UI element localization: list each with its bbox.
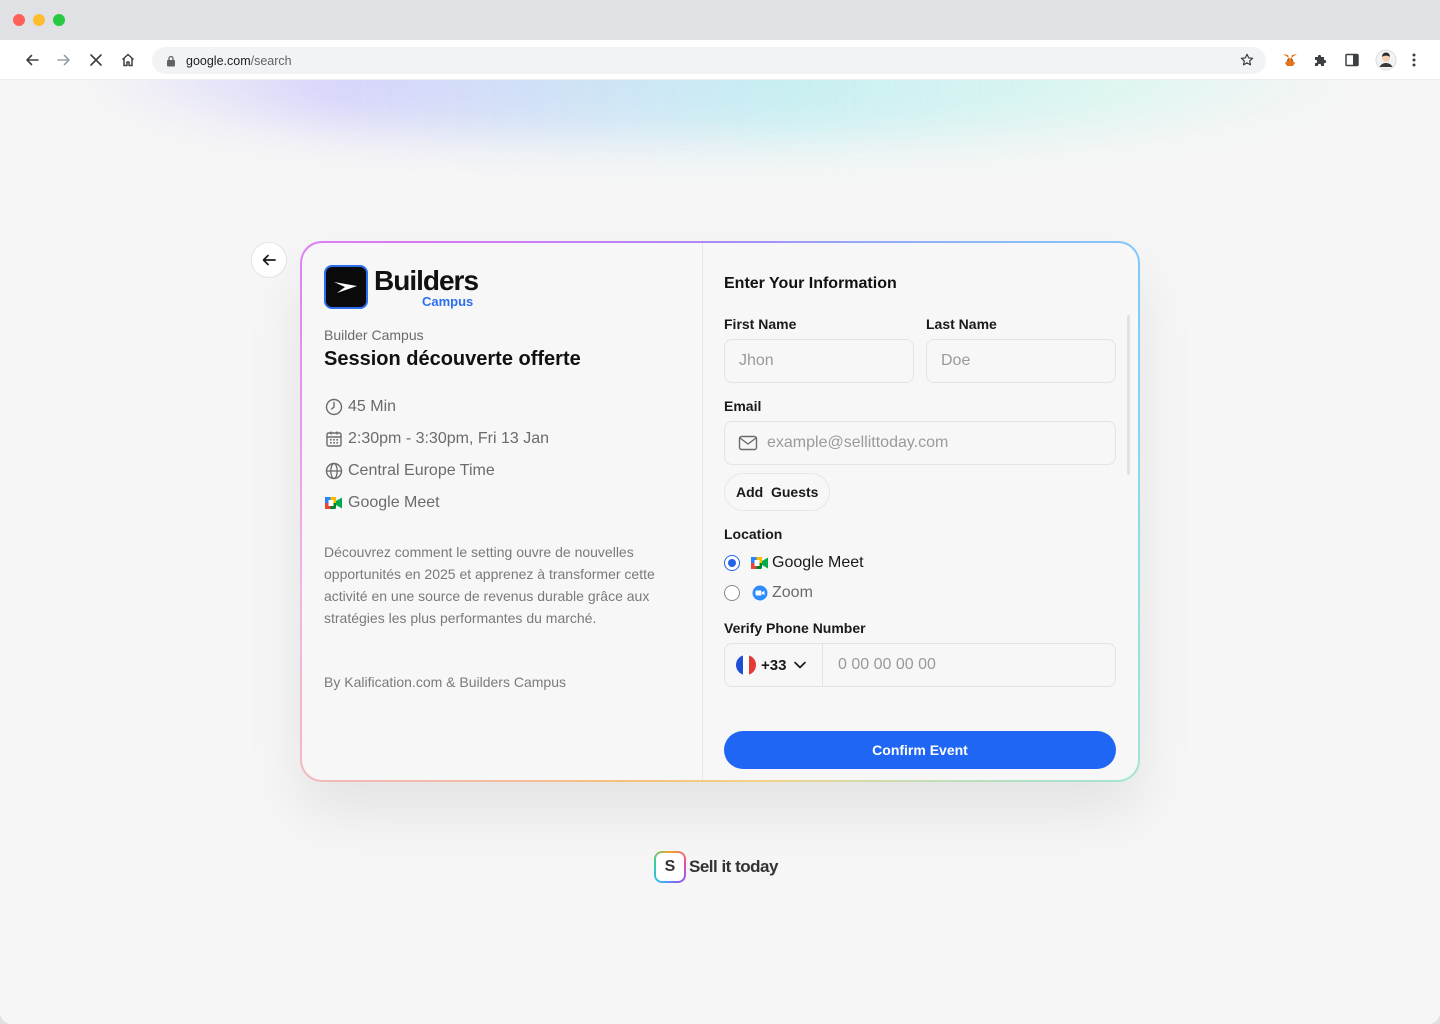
url-text: google.com/search bbox=[186, 54, 292, 68]
mail-icon bbox=[738, 435, 758, 451]
google-meet-icon bbox=[750, 553, 770, 573]
event-title: Session découverte offerte bbox=[324, 348, 581, 370]
phone-field[interactable]: +33 0 00 00 00 00 bbox=[724, 643, 1116, 687]
datetime-text: 2:30pm - 3:30pm, Fri 13 Jan bbox=[348, 430, 549, 447]
url-path: /search bbox=[250, 53, 292, 68]
brand-subname: Campus bbox=[422, 294, 474, 309]
confirm-event-button[interactable]: Confirm Event bbox=[724, 731, 1116, 769]
phone-number-input[interactable]: 0 00 00 00 00 bbox=[823, 656, 936, 674]
footer-brand-name: Sell it today bbox=[689, 857, 778, 876]
google-meet-icon bbox=[324, 493, 344, 513]
booking-card: Builders Campus Builder Campus Session d… bbox=[300, 241, 1140, 782]
event-platform: Google Meet bbox=[324, 493, 440, 513]
france-flag-icon bbox=[736, 655, 756, 675]
chevron-down-icon bbox=[794, 661, 807, 669]
event-duration: 45 Min bbox=[324, 397, 396, 417]
profile-avatar[interactable] bbox=[1374, 48, 1398, 72]
side-panel-icon[interactable] bbox=[1340, 48, 1364, 72]
extensions-puzzle-icon[interactable] bbox=[1308, 48, 1332, 72]
country-code-text: +33 bbox=[761, 656, 787, 674]
globe-icon bbox=[324, 461, 344, 481]
last-name-input[interactable] bbox=[941, 352, 1115, 370]
location-option-google-meet[interactable]: Google Meet bbox=[724, 553, 864, 573]
maximize-window-button[interactable] bbox=[53, 14, 65, 26]
radio-google-meet[interactable] bbox=[724, 555, 740, 571]
first-name-label: First Name bbox=[724, 316, 797, 332]
lock-icon bbox=[166, 54, 180, 68]
forward-nav-icon[interactable] bbox=[52, 48, 76, 72]
duration-text: 45 Min bbox=[348, 398, 397, 415]
brand-logo: Builders Campus bbox=[324, 265, 479, 309]
event-datetime: 2:30pm - 3:30pm, Fri 13 Jan bbox=[324, 429, 549, 449]
organizer-name: Builder Campus bbox=[324, 327, 424, 343]
location-option-zoom[interactable]: Zoom bbox=[724, 583, 813, 603]
timezone-text: Central Europe Time bbox=[348, 462, 495, 479]
title-bar bbox=[0, 0, 1440, 40]
back-nav-icon[interactable] bbox=[20, 48, 44, 72]
location-label-google-meet: Google Meet bbox=[772, 554, 864, 571]
brand-wordmark: Builders Campus bbox=[374, 265, 479, 309]
browser-window: google.com/search Builders Campus Builde… bbox=[0, 0, 1440, 1024]
brand-name: Builders bbox=[374, 265, 479, 296]
booking-card-body: Builders Campus Builder Campus Session d… bbox=[302, 243, 1138, 780]
stop-loading-icon[interactable] bbox=[84, 48, 108, 72]
location-label: Location bbox=[724, 526, 783, 542]
phone-label: Verify Phone Number bbox=[724, 620, 866, 636]
sell-it-today-logo: S bbox=[654, 851, 686, 883]
browser-menu-icon[interactable] bbox=[1402, 48, 1426, 72]
country-code-select[interactable]: +33 bbox=[725, 644, 823, 686]
event-description: Découvrez comment le setting ouvre de no… bbox=[324, 544, 655, 626]
form-scrollbar[interactable] bbox=[1127, 315, 1130, 475]
last-name-label: Last Name bbox=[926, 316, 997, 332]
zoom-icon bbox=[750, 583, 770, 603]
event-byline: By Kalification.com & Builders Campus bbox=[324, 674, 566, 690]
location-label-zoom: Zoom bbox=[772, 584, 813, 601]
builders-logo-icon bbox=[324, 265, 368, 309]
column-divider bbox=[702, 243, 703, 780]
email-label: Email bbox=[724, 398, 762, 414]
background-glow bbox=[80, 80, 1360, 140]
browser-toolbar: google.com/search bbox=[0, 40, 1440, 80]
first-name-field[interactable] bbox=[724, 339, 914, 383]
first-name-input[interactable] bbox=[739, 352, 913, 370]
metamask-extension-icon[interactable] bbox=[1278, 48, 1302, 72]
logo-letter: S bbox=[656, 853, 684, 881]
event-timezone: Central Europe Time bbox=[324, 461, 495, 481]
form-title: Enter Your Information bbox=[724, 275, 897, 292]
close-window-button[interactable] bbox=[13, 14, 25, 26]
bookmark-star-icon[interactable] bbox=[1240, 53, 1254, 72]
url-domain: google.com bbox=[186, 53, 251, 68]
email-input[interactable] bbox=[767, 434, 1115, 452]
clock-icon bbox=[324, 397, 344, 417]
address-bar[interactable]: google.com/search bbox=[152, 47, 1266, 74]
email-field[interactable] bbox=[724, 421, 1116, 465]
page-content: Builders Campus Builder Campus Session d… bbox=[0, 80, 1440, 1024]
arrow-left-icon bbox=[262, 254, 276, 266]
last-name-field[interactable] bbox=[926, 339, 1116, 383]
add-guests-button[interactable]: Add Guests bbox=[724, 473, 831, 511]
radio-zoom[interactable] bbox=[724, 585, 740, 601]
footer-brand: S Sell it today bbox=[654, 851, 778, 883]
back-button[interactable] bbox=[251, 242, 287, 278]
minimize-window-button[interactable] bbox=[33, 14, 45, 26]
calendar-icon bbox=[324, 429, 344, 449]
home-icon[interactable] bbox=[116, 48, 140, 72]
platform-text: Google Meet bbox=[348, 494, 440, 511]
